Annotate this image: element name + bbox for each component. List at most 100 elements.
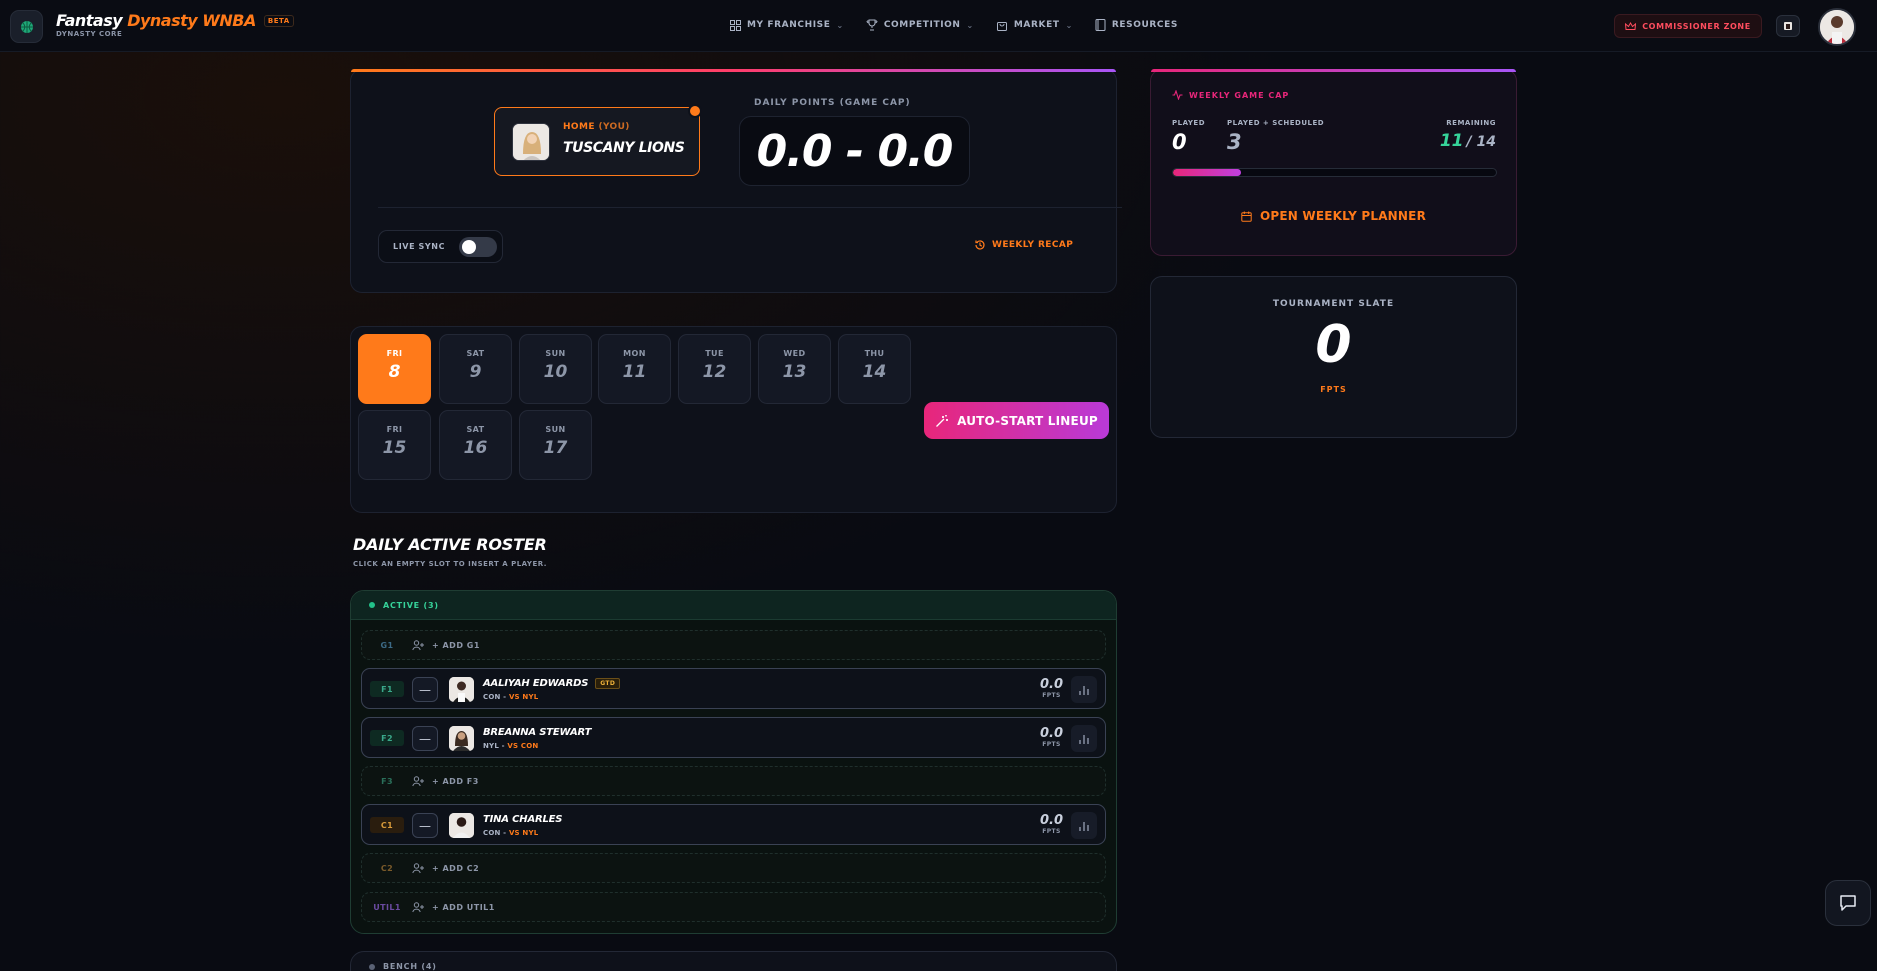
commissioner-label: COMMISSIONER ZONE [1642, 21, 1751, 31]
bar-chart-icon [1079, 734, 1089, 744]
player-fpts: 0.0 FPTS [1040, 726, 1063, 748]
player-fpts: 0.0 FPTS [1040, 813, 1063, 835]
day-mon-11[interactable]: MON 11 [598, 334, 671, 404]
remove-player-button[interactable]: — [412, 813, 438, 838]
add-label: + ADD F3 [432, 777, 479, 786]
slot-f1[interactable]: F1 — AALIYAH EDWARDS GTD CON - VS NYL 0.… [361, 668, 1106, 709]
slot-f3[interactable]: F3 + ADD F3 [361, 766, 1106, 796]
remove-player-button[interactable]: — [412, 677, 438, 702]
daily-points-label: DAILY POINTS (GAME CAP) [754, 98, 911, 108]
scheduled-label: PLAYED + SCHEDULED [1227, 119, 1325, 127]
remove-player-button[interactable]: — [412, 726, 438, 751]
player-name: BREANNA STEWART [483, 727, 592, 738]
bench-panel[interactable]: BENCH (4) [350, 951, 1117, 971]
user-avatar[interactable] [1818, 8, 1856, 46]
day-fri-8[interactable]: FRI 8 [358, 334, 431, 404]
slot-c2[interactable]: C2 + ADD C2 [361, 853, 1106, 883]
player-stats-button[interactable] [1071, 676, 1097, 703]
fpts-label: FPTS [1042, 828, 1061, 835]
nav-label: MY FRANCHISE [747, 20, 831, 30]
active-header: ACTIVE (3) [351, 591, 1116, 620]
weekly-recap-link[interactable]: WEEKLY RECAP [974, 239, 1073, 251]
trophy-icon [866, 19, 878, 31]
nav-resources[interactable]: RESOURCES [1095, 19, 1178, 31]
activity-icon [1172, 90, 1183, 100]
app-logo[interactable] [10, 10, 43, 43]
live-sync-toggle[interactable] [459, 236, 498, 257]
team-switch-button[interactable] [1776, 15, 1800, 37]
player-matchup: NYL - VS CON [483, 742, 538, 750]
position-tag: F2 [370, 730, 404, 746]
section-title: DAILY ACTIVE ROSTER [353, 535, 547, 554]
day-of-week: SAT [466, 349, 485, 358]
player-fpts: 0.0 FPTS [1040, 677, 1063, 699]
player-name: TINA CHARLES [483, 814, 563, 825]
remaining-label: REMAINING [1446, 119, 1496, 127]
bench-count-label: BENCH (4) [383, 962, 437, 971]
day-sun-10[interactable]: SUN 10 [519, 334, 592, 404]
player-name-row: BREANNA STEWART [483, 727, 591, 738]
chat-button[interactable] [1825, 880, 1871, 926]
nav-competition[interactable]: COMPETITION ⌄ [866, 19, 974, 31]
section-subtitle: CLICK AN EMPTY SLOT TO INSERT A PLAYER. [353, 560, 547, 568]
fpts-label: FPTS [1042, 692, 1061, 699]
weekly-cap-title-text: WEEKLY GAME CAP [1189, 90, 1290, 100]
weekly-cap-title: WEEKLY GAME CAP [1172, 90, 1289, 100]
day-thu-14[interactable]: THU 14 [838, 334, 911, 404]
user-plus-icon [412, 776, 424, 787]
day-tue-12[interactable]: TUE 12 [678, 334, 751, 404]
player-name-row: AALIYAH EDWARDS GTD [483, 678, 621, 689]
day-date: 12 [702, 362, 727, 382]
tournament-slate-card: TOURNAMENT SLATE 0 FPTS [1150, 276, 1517, 438]
team-name: TUSCANY LIONS [563, 140, 685, 156]
slot-util1[interactable]: UTIL1 + ADD UTIL1 [361, 892, 1106, 922]
injury-status-badge: GTD [595, 678, 621, 689]
active-roster-panel: ACTIVE (3) G1 + ADD G1 F1 — AALIYAH EDWA… [350, 590, 1117, 934]
day-of-week: FRI [386, 425, 403, 434]
auto-start-lineup-button[interactable]: AUTO-START LINEUP [924, 402, 1109, 439]
day-date: 9 [469, 362, 482, 382]
open-weekly-planner-button[interactable]: OPEN WEEKLY PLANNER [1151, 209, 1516, 223]
divider [378, 207, 1122, 208]
brand-name-a: Fantasy [56, 11, 123, 30]
score-box: 0.0 - 0.0 [739, 116, 970, 186]
player-opponent: VS NYL [508, 829, 539, 837]
day-sun-17[interactable]: SUN 17 [519, 410, 592, 480]
slot-g1[interactable]: G1 + ADD G1 [361, 630, 1106, 660]
day-sat-16[interactable]: SAT 16 [439, 410, 512, 480]
day-wed-13[interactable]: WED 13 [758, 334, 831, 404]
position-tag: F1 [370, 681, 404, 697]
player-stats-button[interactable] [1071, 725, 1097, 752]
nav-market[interactable]: MARKET ⌄ [996, 19, 1073, 31]
chevron-down-icon: ⌄ [966, 20, 974, 30]
day-of-week: SAT [466, 425, 485, 434]
day-date: 14 [862, 362, 887, 382]
slot-c1[interactable]: C1 — TINA CHARLES CON - VS NYL 0.0 FPTS [361, 804, 1106, 845]
remaining-count: 11 [1439, 131, 1464, 151]
player-avatar [449, 813, 474, 838]
position-tag: UTIL1 [373, 902, 401, 912]
slot-f2[interactable]: F2 — BREANNA STEWART NYL - VS CON 0.0 FP… [361, 717, 1106, 758]
player-team: NYL - [483, 742, 505, 750]
player-stats-button[interactable] [1071, 812, 1097, 839]
nav-my-franchise[interactable]: MY FRANCHISE ⌄ [730, 19, 844, 31]
weekly-cap-progress [1172, 168, 1497, 177]
player-portrait-icon [1820, 10, 1854, 44]
day-date: 11 [622, 362, 647, 382]
played-label: PLAYED [1172, 119, 1205, 127]
planner-label: OPEN WEEKLY PLANNER [1259, 209, 1427, 223]
day-sat-9[interactable]: SAT 9 [439, 334, 512, 404]
team-portrait-icon [513, 124, 549, 160]
commissioner-zone-button[interactable]: COMMISSIONER ZONE [1614, 14, 1762, 38]
home-team-card[interactable]: HOME (YOU) TUSCANY LIONS [494, 107, 700, 176]
player-team: CON - [483, 829, 507, 837]
matchup-score: 0.0 - 0.0 [756, 125, 954, 177]
day-of-week: SUN [545, 425, 566, 434]
add-player: + ADD G1 [412, 640, 480, 651]
brand[interactable]: Fantasy Dynasty WNBA BETA DYNASTY CORE [56, 11, 294, 38]
day-fri-15[interactable]: FRI 15 [358, 410, 431, 480]
bar-chart-icon [1079, 821, 1089, 831]
day-date: 13 [782, 362, 807, 382]
day-date: 17 [543, 438, 568, 458]
tournament-title: TOURNAMENT SLATE [1272, 299, 1395, 309]
